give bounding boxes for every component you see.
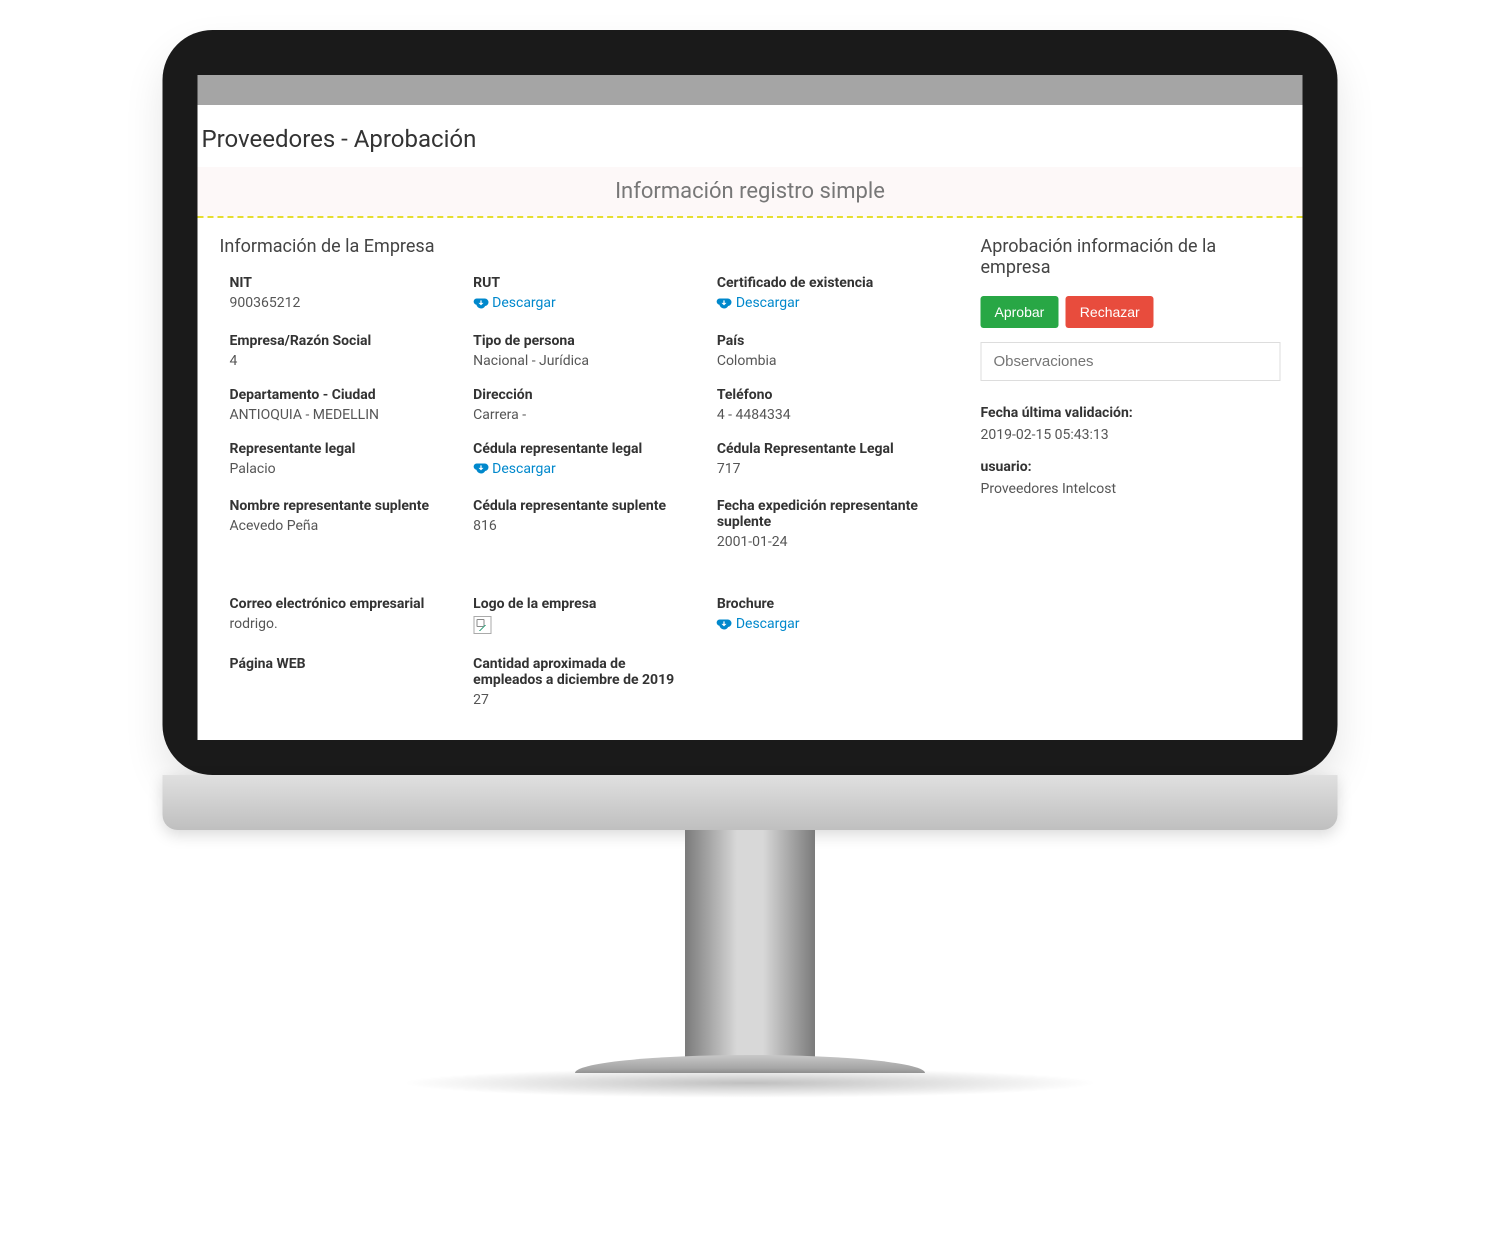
brochure-label: Brochure: [717, 596, 941, 612]
page-title: Proveedores - Aprobación: [198, 117, 1303, 167]
monitor-chin: [163, 775, 1338, 830]
cert-exist-label: Certificado de existencia: [717, 275, 941, 291]
brochure-download-label: Descargar: [736, 616, 800, 632]
last-validation-label: Fecha última validación:: [981, 405, 1281, 421]
field-ced-rep-legal: Cédula representante legal Descargar: [473, 441, 697, 481]
field-pagina-web: Página WEB: [230, 656, 454, 708]
tipo-persona-value: Nacional - Jurídica: [473, 353, 697, 369]
empleados-label: Cantidad aproximada de empleados a dicie…: [473, 656, 697, 688]
depto-label: Departamento - Ciudad: [230, 387, 454, 403]
field-ced-rep-legal-num: Cédula Representante Legal 717: [717, 441, 941, 481]
ced-rep-suplente-label: Cédula representante suplente: [473, 498, 697, 514]
field-brochure: Brochure Descargar: [717, 596, 941, 638]
rut-label: RUT: [473, 275, 697, 291]
rep-suplente-value: Acevedo Peña: [230, 518, 454, 534]
reject-button[interactable]: Rechazar: [1066, 296, 1154, 328]
fecha-exp-suplente-label: Fecha expedición representante suplente: [717, 498, 941, 530]
cloud-download-icon: [473, 461, 488, 476]
empresa-value: 4: [230, 353, 454, 369]
fecha-exp-suplente-value: 2001-01-24: [717, 534, 941, 550]
usuario-label: usuario:: [981, 459, 1281, 475]
field-fecha-exp-suplente: Fecha expedición representante suplente …: [717, 498, 941, 550]
nit-label: NIT: [230, 275, 454, 291]
cloud-download-icon: [473, 296, 488, 311]
ced-rep-suplente-value: 816: [473, 518, 697, 534]
telefono-value: 4 - 4484334: [717, 407, 941, 423]
cert-exist-download-label: Descargar: [736, 295, 800, 311]
telefono-label: Teléfono: [717, 387, 941, 403]
field-depto: Departamento - Ciudad ANTIOQUIA - MEDELL…: [230, 387, 454, 423]
empresa-label: Empresa/Razón Social: [230, 333, 454, 349]
field-tipo-persona: Tipo de persona Nacional - Jurídica: [473, 333, 697, 369]
section-banner: Información registro simple: [198, 167, 1303, 218]
ced-rep-legal-download-label: Descargar: [492, 461, 556, 477]
monitor-neck: [685, 830, 815, 1060]
field-nit: NIT 900365212: [230, 275, 454, 315]
tipo-persona-label: Tipo de persona: [473, 333, 697, 349]
approval-heading: Aprobación información de la empresa: [981, 236, 1281, 278]
field-empleados: Cantidad aproximada de empleados a dicie…: [473, 656, 697, 708]
field-rut: RUT Descargar: [473, 275, 697, 315]
empleados-value: 27: [473, 692, 697, 708]
company-info-section: Información de la Empresa NIT 900365212 …: [220, 236, 941, 708]
cloud-download-icon: [717, 296, 732, 311]
cloud-download-icon: [717, 617, 732, 632]
observations-input[interactable]: [981, 342, 1281, 381]
direccion-label: Dirección: [473, 387, 697, 403]
window-top-bar: [198, 75, 1303, 105]
cert-exist-download-link[interactable]: Descargar: [717, 295, 800, 311]
correo-label: Correo electrónico empresarial: [230, 596, 454, 612]
field-logo: Logo de la empresa: [473, 596, 697, 638]
rut-download-label: Descargar: [492, 295, 556, 311]
pais-value: Colombia: [717, 353, 941, 369]
logo-label: Logo de la empresa: [473, 596, 697, 612]
screen-area: Proveedores - Aprobación Información reg…: [198, 75, 1303, 740]
field-telefono: Teléfono 4 - 4484334: [717, 387, 941, 423]
field-rep-legal: Representante legal Palacio: [230, 441, 454, 481]
last-validation-value: 2019-02-15 05:43:13: [981, 427, 1281, 443]
page-content: Proveedores - Aprobación Información reg…: [198, 105, 1303, 708]
rep-legal-label: Representante legal: [230, 441, 454, 457]
nit-value: 900365212: [230, 295, 454, 311]
rep-legal-value: Palacio: [230, 461, 454, 477]
field-direccion: Dirección Carrera -: [473, 387, 697, 423]
monitor-frame: Proveedores - Aprobación Información reg…: [163, 30, 1338, 775]
field-ced-rep-suplente: Cédula representante suplente 816: [473, 498, 697, 550]
company-info-heading: Información de la Empresa: [220, 236, 941, 257]
ced-rep-legal-label: Cédula representante legal: [473, 441, 697, 457]
field-cert-exist: Certificado de existencia Descargar: [717, 275, 941, 315]
rep-suplente-label: Nombre representante suplente: [230, 498, 454, 514]
field-pais: País Colombia: [717, 333, 941, 369]
ced-rep-legal-download-link[interactable]: Descargar: [473, 461, 556, 477]
direccion-value: Carrera -: [473, 407, 697, 423]
approval-panel: Aprobación información de la empresa Apr…: [981, 236, 1281, 708]
field-empresa: Empresa/Razón Social 4: [230, 333, 454, 369]
pais-label: País: [717, 333, 941, 349]
approve-button[interactable]: Aprobar: [981, 296, 1059, 328]
ced-rep-legal-num-value: 717: [717, 461, 941, 477]
monitor-shadow: [400, 1068, 1100, 1098]
field-correo: Correo electrónico empresarial rodrigo.: [230, 596, 454, 638]
pagina-web-label: Página WEB: [230, 656, 454, 672]
usuario-value: Proveedores Intelcost: [981, 481, 1281, 497]
brochure-download-link[interactable]: Descargar: [717, 616, 800, 632]
ced-rep-legal-num-label: Cédula Representante Legal: [717, 441, 941, 457]
field-rep-suplente: Nombre representante suplente Acevedo Pe…: [230, 498, 454, 550]
depto-value: ANTIOQUIA - MEDELLIN: [230, 407, 454, 423]
broken-image-icon: [473, 616, 491, 634]
correo-value: rodrigo.: [230, 616, 454, 632]
rut-download-link[interactable]: Descargar: [473, 295, 556, 311]
